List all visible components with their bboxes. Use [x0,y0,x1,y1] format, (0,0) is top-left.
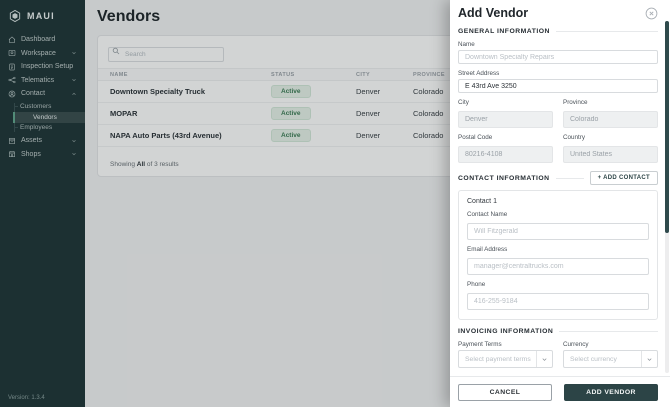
currency-label: Currency [563,341,589,348]
drawer-title: Add Vendor [458,6,529,21]
drawer-scrollbar-thumb[interactable] [665,21,669,233]
province-label: Province [563,99,588,106]
phone-field[interactable] [467,293,649,310]
postal-code-field [458,146,553,163]
street-address-label: Street Address [458,70,500,78]
divider [555,177,584,179]
city-field [458,111,553,128]
contact-card: Contact 1 Contact Name Email Address Pho… [458,190,658,320]
close-icon[interactable] [645,7,658,20]
cancel-button[interactable]: CANCEL [458,384,552,401]
app-window: MAUI Dashboard Workspace Inspection Setu… [0,0,670,407]
divider [555,31,658,33]
name-label: Name [458,41,475,49]
modal-backdrop[interactable] [0,0,450,407]
currency-select[interactable]: Select currency [563,350,658,368]
payment-terms-label: Payment Terms [458,341,502,348]
section-invoicing-information: INVOICING INFORMATION [458,328,554,335]
email-address-field[interactable] [467,258,649,275]
phone-label: Phone [467,281,486,288]
contact-name-field[interactable] [467,223,649,240]
add-vendor-drawer: Add Vendor GENERAL INFORMATION Name Stre… [450,0,670,407]
country-field [563,146,658,163]
city-label: City [458,99,469,106]
province-field [563,111,658,128]
divider [450,376,670,377]
chevron-down-icon [641,351,657,367]
country-label: Country [563,134,586,141]
divider [559,331,658,332]
contact-name-label: Contact Name [467,211,508,218]
section-contact-information: CONTACT INFORMATION [458,174,550,182]
add-contact-button[interactable]: + ADD CONTACT [589,171,658,185]
postal-code-label: Postal Code [458,134,493,141]
chevron-down-icon [536,351,552,367]
email-address-label: Email Address [467,246,508,253]
contact-card-title: Contact 1 [467,198,497,205]
drawer-scrollbar-track[interactable] [665,21,669,373]
street-address-field[interactable] [458,79,658,93]
vendor-name-field[interactable] [458,50,658,65]
add-vendor-button[interactable]: ADD VENDOR [564,384,658,401]
payment-terms-select[interactable]: Select payment terms [458,350,553,368]
section-general-information: GENERAL INFORMATION [458,28,550,36]
